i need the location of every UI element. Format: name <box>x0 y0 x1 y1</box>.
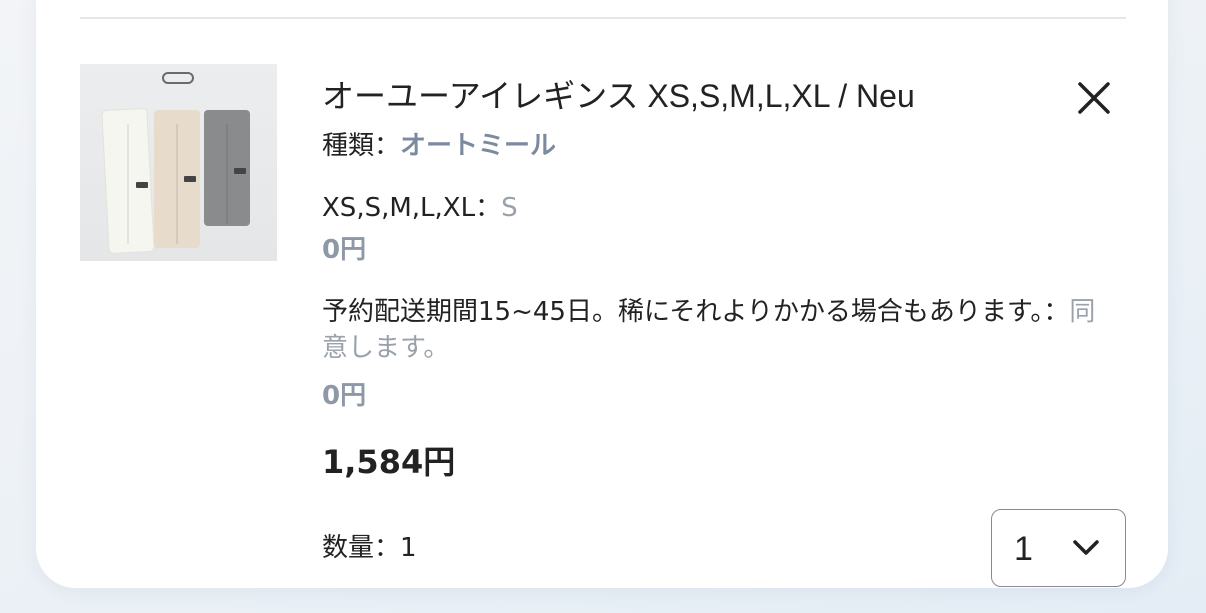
product-title[interactable]: オーユーアイレギンス XS,S,M,L,XL / Neu <box>322 74 1022 118</box>
close-icon <box>1078 82 1110 114</box>
option-delivery-agreement: 予約配送期間15~45日。稀にそれよりかかる場合もあります。：同意します。 <box>322 294 1112 366</box>
option-size-price: 0円 <box>322 235 367 265</box>
label-patch <box>184 176 196 182</box>
quantity-label: 数量：1 <box>322 533 417 563</box>
option-value: S <box>501 193 518 223</box>
option-value: オートミール <box>400 131 557 161</box>
option-delivery-price: 0円 <box>322 381 367 411</box>
label-patch <box>234 168 246 174</box>
option-label: 種類： <box>322 131 401 161</box>
quantity-select[interactable]: 1 <box>991 509 1126 587</box>
seam-line <box>176 124 178 244</box>
quantity-selected-value: 1 <box>1014 530 1033 568</box>
brand-tag-graphic <box>162 72 194 84</box>
option-label: 予約配送期間15~45日。稀にそれよりかかる場合もあります。： <box>322 297 1070 327</box>
seam-line <box>127 124 129 244</box>
label-patch <box>136 182 148 188</box>
option-type: 種類：オートミール <box>322 128 556 164</box>
option-size: XS,S,M,L,XL：S <box>322 190 518 226</box>
option-label: XS,S,M,L,XL： <box>322 193 502 223</box>
seam-line <box>226 124 228 224</box>
divider <box>80 17 1126 19</box>
item-price: 1,584円 <box>322 443 456 481</box>
remove-item-button[interactable] <box>1074 78 1114 118</box>
product-image[interactable] <box>80 64 277 261</box>
chevron-down-icon <box>1073 540 1099 555</box>
